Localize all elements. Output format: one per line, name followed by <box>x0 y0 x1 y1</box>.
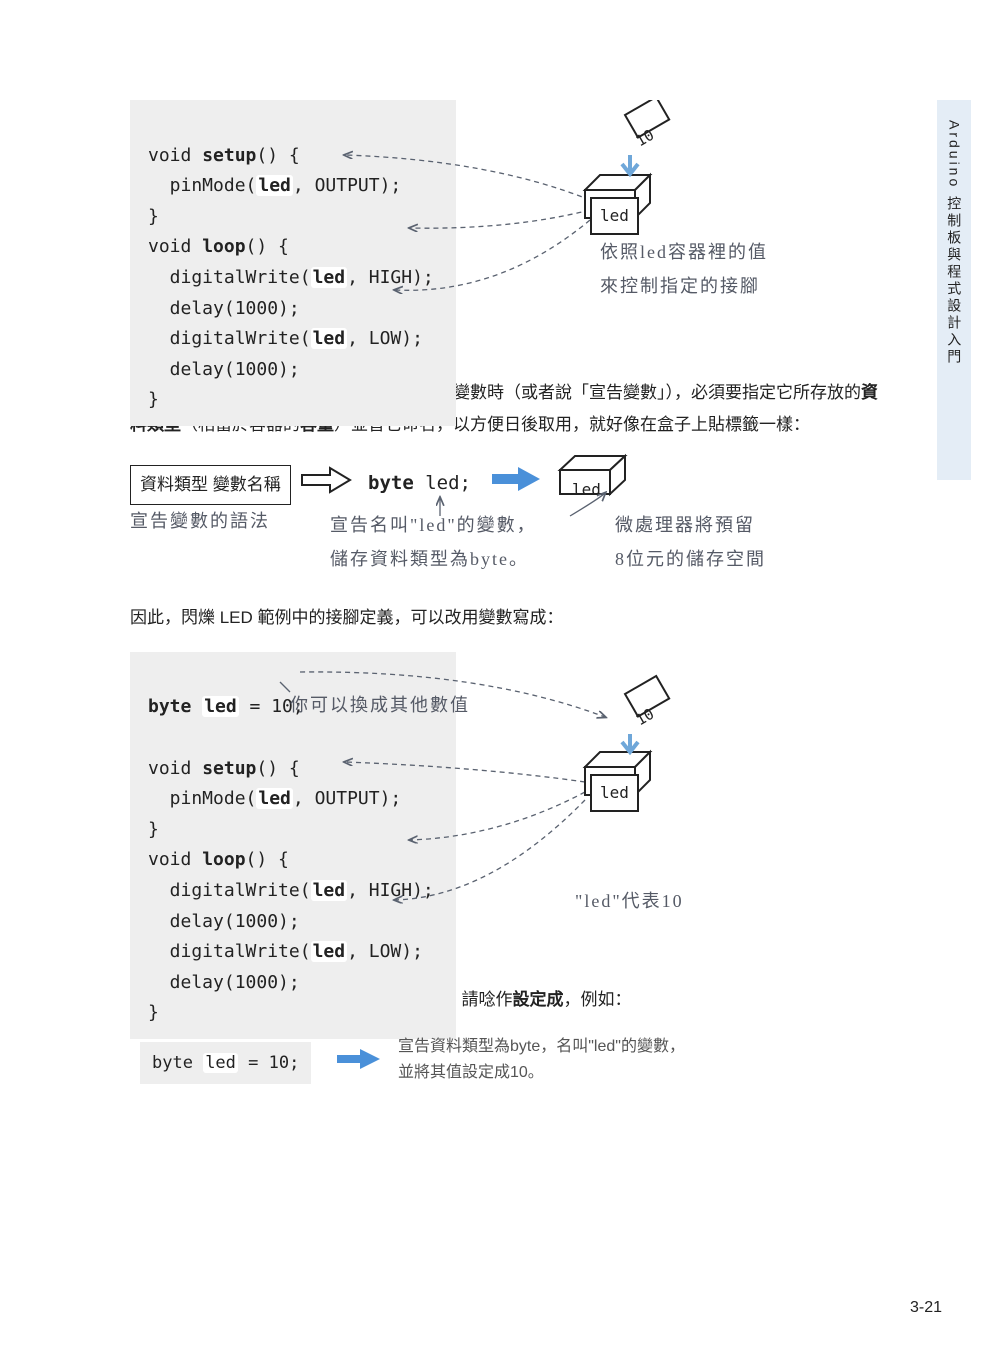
annotation-syntax: 宣告變數的語法 <box>130 504 270 538</box>
inline-code: byte led = 10; <box>140 1042 311 1084</box>
code-block-1: void setup() { pinMode(led, OUTPUT); } v… <box>130 100 456 426</box>
figure-2: byte led = 10; void setup() { pinMode(le… <box>130 652 890 962</box>
inline-explain: 宣告資料類型為byte，名叫"led"的變數，並將其值設定成10。 <box>398 1034 685 1085</box>
figure-1: void setup() { pinMode(led, OUTPUT); } v… <box>130 100 890 355</box>
annotation-rep: "led"代表10 <box>575 884 684 918</box>
inline-example: byte led = 10; 宣告資料類型為byte，名叫"led"的變數，並將… <box>140 1034 890 1094</box>
page-number: 3-21 <box>910 1293 942 1323</box>
card-value-2: 10 <box>622 695 668 740</box>
arrow-solid-icon <box>335 1046 385 1072</box>
annotation-declare: 宣告名叫"led"的變數，儲存資料類型為byte。 <box>330 508 537 576</box>
chapter-title: Arduino 控制板與程式設計入門 <box>941 120 968 366</box>
box-label-2: led <box>590 774 639 812</box>
annotation-swap: 你可以換成其他數值 <box>290 688 470 722</box>
chapter-tab: Arduino 控制板與程式設計入門 <box>937 100 971 480</box>
syntax-box: 資料類型 變數名稱 <box>130 465 291 505</box>
box-label-1: led <box>590 197 639 235</box>
annotation-micro: 微處理器將預留8位元的儲存空間 <box>615 508 766 576</box>
syntax-diagram: 資料類型 變數名稱 byte led; led 宣告變數的語法 宣告名叫"led… <box>130 460 890 580</box>
paragraph-2: 因此，閃爍 LED 範例中的接腳定義，可以改用變數寫成： <box>130 602 890 634</box>
card-value-1: 10 <box>622 116 668 161</box>
annotation-1: 依照led容器裡的值來控制指定的接腳 <box>600 235 768 303</box>
page: Arduino 控制板與程式設計入門 void setup() { pinMod… <box>0 0 1000 1353</box>
